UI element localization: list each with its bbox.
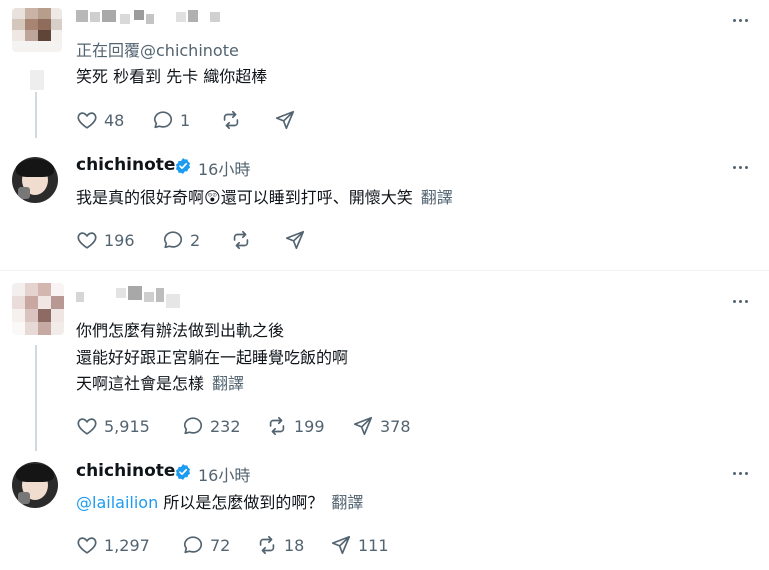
comment-text-line-2: 還能好好跟正宮躺在一起睡覺吃飯的啊 [76, 348, 349, 367]
like-button[interactable]: 5,915 [76, 414, 150, 438]
reply-text: @lailailion 所以是怎麼做到的啊？ 翻譯 [76, 489, 363, 516]
post-time[interactable]: 16小時 [198, 156, 250, 180]
repost-icon [233, 230, 249, 250]
thread-line [35, 92, 37, 138]
send-icon [353, 416, 373, 436]
verified-badge-icon [175, 464, 191, 480]
share-button[interactable]: 111 [330, 533, 389, 557]
translate-link[interactable]: 翻譯 [212, 374, 244, 393]
mention-link[interactable]: @lailailion [76, 493, 158, 512]
comment-text-line-3-content: 天啊這社會是怎樣 [76, 374, 205, 393]
comment-text: 笑死 秒看到 先卡 織你超棒 [76, 67, 268, 86]
reply-button[interactable]: 2 [162, 228, 200, 252]
share-count: 378 [380, 416, 411, 436]
author-name[interactable]: chichinote [76, 461, 175, 481]
reply-text-part2: 還可以睡到打呼、開懷大笑 [220, 188, 413, 207]
reply-button[interactable]: 1 [152, 108, 190, 132]
astonished-emoji-icon: 😲 [204, 188, 221, 207]
reply-icon [163, 231, 183, 249]
translate-link[interactable]: 翻譯 [421, 188, 453, 207]
avatar[interactable] [12, 157, 58, 203]
share-button[interactable] [284, 228, 306, 252]
more-options-icon[interactable] [730, 10, 750, 30]
reply-count: 232 [210, 416, 241, 436]
reply-count: 2 [190, 230, 201, 250]
send-icon [285, 230, 305, 250]
post-time[interactable]: 16小時 [198, 462, 250, 486]
avatar-blurred[interactable] [12, 8, 62, 52]
avatar-blurred[interactable] [12, 283, 64, 335]
like-button[interactable]: 48 [76, 108, 124, 132]
reply-icon [183, 536, 203, 554]
more-options-icon[interactable] [730, 157, 750, 177]
reply-button[interactable]: 232 [182, 414, 241, 438]
avatar-blurred-extra [30, 70, 44, 90]
repost-count: 199 [294, 416, 325, 436]
verified-badge-icon [175, 158, 191, 174]
repost-button[interactable]: 199 [266, 414, 325, 438]
reply-text: 我是真的很好奇啊😲還可以睡到打呼、開懷大笑 翻譯 [76, 184, 453, 211]
repost-button[interactable] [230, 228, 252, 252]
author-name[interactable]: chichinote [76, 155, 175, 175]
username-blurred[interactable] [76, 8, 246, 28]
repost-icon [259, 535, 275, 555]
reply-icon [153, 111, 173, 129]
like-count: 5,915 [104, 416, 150, 436]
username-blurred[interactable] [76, 284, 196, 312]
replying-to-label: 正在回覆@chichinote [76, 41, 239, 60]
share-button[interactable]: 378 [352, 414, 411, 438]
thread-divider [0, 270, 769, 271]
heart-icon [77, 112, 97, 129]
thread-line [35, 345, 37, 451]
repost-icon [269, 416, 285, 436]
like-button[interactable]: 196 [76, 228, 135, 252]
more-options-icon[interactable] [730, 291, 750, 311]
comment-text-line-1: 你們怎麼有辦法做到出軌之後 [76, 321, 285, 340]
send-icon [331, 535, 351, 555]
reply-count: 72 [210, 535, 231, 555]
reply-text-part1: 我是真的很好奇啊 [76, 188, 205, 207]
translate-link[interactable]: 翻譯 [331, 493, 363, 512]
reply-icon [183, 417, 203, 435]
like-count: 1,297 [104, 535, 150, 555]
avatar[interactable] [12, 462, 58, 508]
repost-button[interactable] [220, 108, 242, 132]
reply-text-content: 所以是怎麼做到的啊？ [163, 493, 324, 512]
share-button[interactable] [274, 108, 296, 132]
heart-icon [77, 537, 97, 554]
like-button[interactable]: 1,297 [76, 533, 150, 557]
repost-icon [223, 110, 239, 130]
send-icon [275, 110, 295, 130]
more-options-icon[interactable] [730, 463, 750, 483]
like-count: 196 [104, 230, 135, 250]
reply-button[interactable]: 72 [182, 533, 230, 557]
repost-button[interactable]: 18 [256, 533, 304, 557]
like-count: 48 [104, 110, 125, 130]
share-count: 111 [358, 535, 389, 555]
heart-icon [77, 232, 97, 249]
heart-icon [77, 418, 97, 435]
comment-text-line-3: 天啊這社會是怎樣 翻譯 [76, 370, 244, 397]
reply-count: 1 [180, 110, 191, 130]
repost-count: 18 [284, 535, 305, 555]
